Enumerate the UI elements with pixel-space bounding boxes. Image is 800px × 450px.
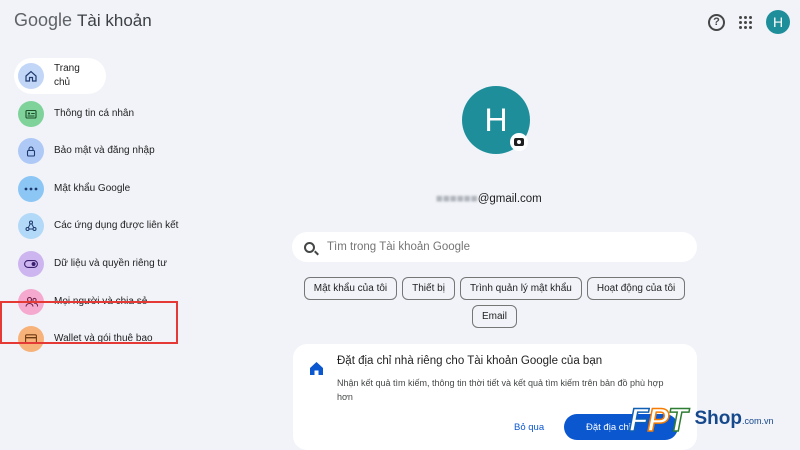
sidebar-item-home[interactable]: Trang chủ	[14, 58, 106, 94]
email-domain: @gmail.com	[477, 193, 542, 205]
house-icon	[309, 361, 324, 376]
sidebar-item-personal-info[interactable]: Thông tin cá nhân	[14, 96, 204, 132]
home-icon	[18, 63, 44, 89]
sidebar-item-label: Các ứng dụng được liên kết	[54, 220, 179, 232]
chip-password-manager[interactable]: Trình quản lý mật khẩu	[459, 277, 582, 300]
highlight-annotation	[0, 301, 178, 344]
id-card-icon	[18, 100, 44, 127]
sidebar-item-data-privacy[interactable]: Dữ liệu và quyền riêng tư	[14, 246, 204, 282]
quick-links: Mật khẩu của tôi Thiết bị Trình quản lý …	[292, 277, 697, 328]
account-email: ■■■■■■@gmail.com	[436, 193, 542, 205]
sidebar-nav: Trang chủ Thông tin cá nhân Bảo mật và đ…	[0, 58, 204, 359]
lock-icon	[18, 138, 44, 165]
sidebar-item-label: Mật khẩu Google	[54, 182, 131, 194]
toggle-icon	[18, 250, 44, 277]
apps-grid-icon[interactable]	[739, 15, 752, 29]
product-title: Tài khoản	[77, 11, 152, 30]
account-avatar[interactable]: H	[766, 10, 790, 34]
fpt-shop-watermark: FPT Shop.com.vn	[628, 401, 774, 439]
sidebar-item-security[interactable]: Bảo mật và đăng nhập	[14, 133, 204, 169]
camera-icon[interactable]	[510, 133, 528, 151]
google-account-logo[interactable]: Google Tài khoản	[14, 10, 152, 31]
card-title: Đặt địa chỉ nhà riêng cho Tài khoản Goog…	[337, 355, 603, 367]
sidebar-item-label: Bảo mật và đăng nhập	[54, 145, 155, 157]
chip-devices[interactable]: Thiết bị	[402, 277, 455, 300]
sidebar-item-label: Thông tin cá nhân	[54, 107, 135, 119]
chip-email[interactable]: Email	[471, 305, 517, 328]
sidebar-item-label: Trang chủ	[54, 63, 80, 88]
card-description: Nhận kết quả tìm kiếm, thông tin thời ti…	[337, 378, 664, 402]
chip-my-password[interactable]: Mật khẩu của tôi	[303, 277, 398, 300]
search-input[interactable]	[327, 241, 667, 253]
logo-text: Google	[14, 10, 73, 30]
search-icon	[304, 241, 315, 253]
fpt-logo: FPT	[628, 401, 688, 439]
account-search-bar[interactable]	[292, 232, 697, 262]
sidebar-item-linked-apps[interactable]: Các ứng dụng được liên kết	[14, 208, 204, 244]
email-redacted: ■■■■■■	[436, 193, 478, 205]
sidebar-item-label: Dữ liệu và quyền riêng tư	[54, 257, 167, 269]
top-bar: Google Tài khoản ? H	[0, 0, 800, 44]
chip-my-activity[interactable]: Hoạt động của tôi	[586, 277, 686, 300]
skip-button[interactable]: Bỏ qua	[514, 422, 544, 433]
help-icon[interactable]: ?	[708, 13, 725, 31]
password-dots-icon	[18, 175, 44, 202]
linked-apps-icon	[18, 213, 44, 240]
sidebar-item-passwords[interactable]: Mật khẩu Google	[14, 171, 204, 207]
shop-logo-text: Shop.com.vn	[694, 408, 774, 429]
